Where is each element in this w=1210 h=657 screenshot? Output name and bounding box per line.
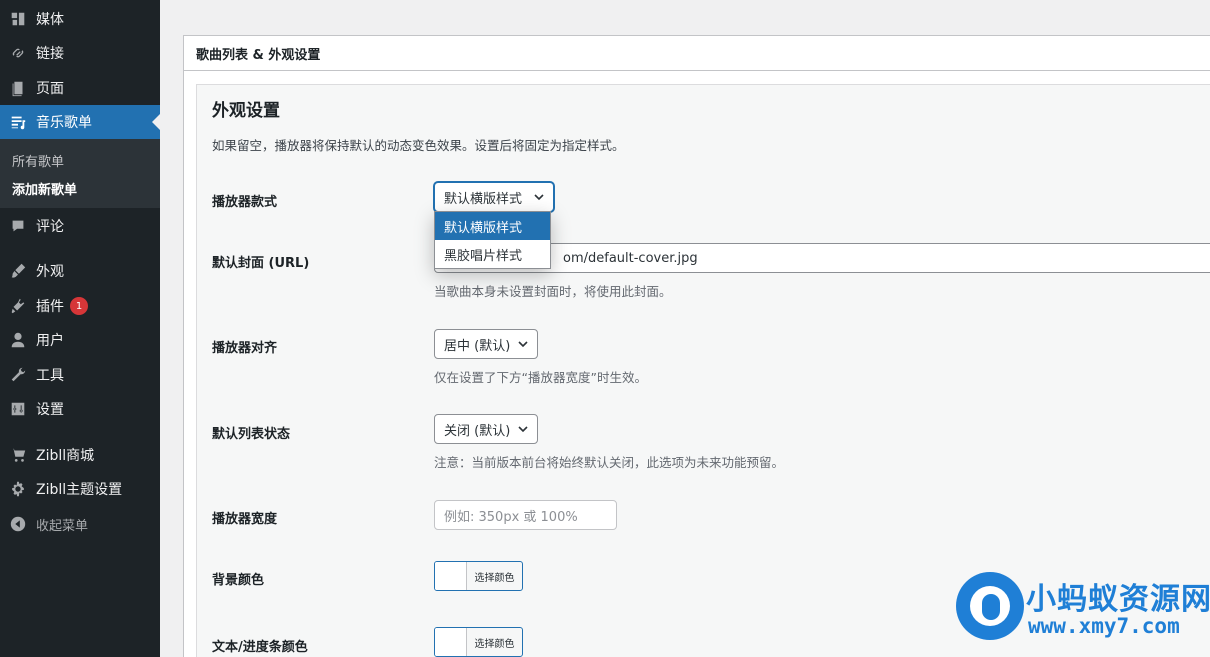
- align-help: 仅在设置了下方“播放器宽度”时生效。: [434, 370, 647, 385]
- watermark-url: www.xmy7.com: [1028, 614, 1180, 638]
- player-width-label: 播放器宽度: [212, 512, 278, 527]
- dropdown-option-default[interactable]: 默认横版样式: [435, 212, 550, 240]
- menu-label: 插件: [36, 299, 64, 315]
- default-cover-label: 默认封面 (URL): [212, 256, 310, 271]
- select-value: 默认横版样式: [444, 191, 523, 207]
- comment-icon: [0, 209, 36, 243]
- player-align-select[interactable]: 居中 (默认): [434, 329, 538, 359]
- playlist-icon: [0, 105, 36, 139]
- menu-item-zibll-shop[interactable]: Zibll商城: [0, 438, 160, 472]
- menu-label: 收起菜单: [36, 518, 89, 534]
- media-icon: [0, 2, 36, 36]
- menu-label: Zibll商城: [36, 448, 95, 464]
- section-description: 如果留空，播放器将保持默认的动态变色效果。设置后将固定为指定样式。: [212, 138, 625, 153]
- collapse-menu-button[interactable]: 收起菜单: [0, 507, 160, 541]
- user-icon: [0, 323, 36, 357]
- menu-item-users[interactable]: 用户: [0, 323, 160, 357]
- section-title: 外观设置: [212, 101, 280, 121]
- watermark-logo: [956, 572, 1024, 640]
- bg-color-picker-button[interactable]: 选择颜色: [434, 561, 523, 591]
- width-placeholder: 例如: 350px 或 100%: [444, 509, 578, 525]
- color-picker-label: 选择颜色: [474, 638, 515, 650]
- chevron-down-icon: [518, 341, 528, 348]
- menu-label: 音乐歌单: [36, 115, 92, 131]
- color-swatch: [435, 628, 467, 656]
- menu-label: 工具: [36, 368, 64, 384]
- menu-label: Zibll主题设置: [36, 482, 123, 498]
- cover-help: 当歌曲本身未设置封面时，将使用此封面。: [434, 284, 672, 299]
- settings-panel: 歌曲列表 & 外观设置 外观设置 如果留空，播放器将保持默认的动态变色效果。设置…: [183, 35, 1210, 657]
- player-align-label: 播放器对齐: [212, 341, 278, 356]
- page-icon: [0, 71, 36, 105]
- plugin-icon: [0, 289, 36, 323]
- panel-header: 歌曲列表 & 外观设置: [184, 36, 1210, 71]
- submenu-add-playlist[interactable]: 添加新歌单: [12, 179, 77, 198]
- cover-input-value: om/default-cover.jpg: [563, 250, 698, 266]
- player-style-label: 播放器款式: [212, 195, 278, 210]
- chevron-down-icon: [518, 426, 528, 433]
- brush-icon: [0, 254, 36, 288]
- menu-item-comments[interactable]: 评论: [0, 209, 160, 243]
- player-style-dropdown: 默认横版样式 黑胶唱片样式: [434, 211, 551, 269]
- watermark: 小蚂蚁资源网 www.xmy7.com: [956, 570, 1210, 655]
- dropdown-option-vinyl[interactable]: 黑胶唱片样式: [435, 240, 550, 268]
- settings-icon: [0, 392, 36, 426]
- chevron-down-icon: [534, 194, 544, 201]
- wrench-icon: [0, 358, 36, 392]
- menu-item-plugins[interactable]: 插件 1: [0, 289, 160, 323]
- plugin-update-badge: 1: [70, 297, 88, 315]
- menu-label: 设置: [36, 402, 64, 418]
- menu-item-media[interactable]: 媒体: [0, 2, 160, 36]
- menu-label: 外观: [36, 264, 64, 280]
- admin-sidebar: 媒体 链接 页面 音乐歌单 所有歌单 添加新歌单 评论 外观 插件 1 用户 工…: [0, 0, 160, 657]
- menu-item-links[interactable]: 链接: [0, 36, 160, 70]
- player-style-select[interactable]: 默认横版样式: [434, 182, 554, 212]
- menu-item-appearance[interactable]: 外观: [0, 254, 160, 288]
- menu-item-pages[interactable]: 页面: [0, 71, 160, 105]
- menu-label: 用户: [36, 333, 64, 349]
- gear-icon: [0, 472, 36, 506]
- select-value: 居中 (默认): [444, 338, 511, 354]
- text-color-label: 文本/进度条颜色: [212, 640, 308, 655]
- menu-item-playlist[interactable]: 音乐歌单: [0, 105, 160, 139]
- player-width-input[interactable]: 例如: 350px 或 100%: [434, 500, 617, 530]
- list-state-select[interactable]: 关闭 (默认): [434, 414, 538, 444]
- menu-item-tools[interactable]: 工具: [0, 358, 160, 392]
- menu-label: 页面: [36, 81, 64, 97]
- list-state-help: 注意：当前版本前台将始终默认关闭，此选项为未来功能预留。: [434, 455, 785, 470]
- link-icon: [0, 36, 36, 70]
- color-picker-label: 选择颜色: [474, 572, 515, 584]
- playlist-submenu: 所有歌单 添加新歌单: [0, 139, 160, 208]
- menu-label: 链接: [36, 46, 64, 62]
- menu-item-zibll-theme-settings[interactable]: Zibll主题设置: [0, 472, 160, 506]
- menu-label: 评论: [36, 219, 64, 235]
- bg-color-label: 背景颜色: [212, 573, 265, 588]
- collapse-icon: [0, 507, 36, 541]
- cart-icon: [0, 438, 36, 472]
- select-value: 关闭 (默认): [444, 423, 511, 439]
- submenu-all-playlists[interactable]: 所有歌单: [12, 151, 64, 170]
- color-swatch: [435, 562, 467, 590]
- watermark-brand: 小蚂蚁资源网: [1026, 582, 1210, 617]
- menu-item-settings[interactable]: 设置: [0, 392, 160, 426]
- list-state-label: 默认列表状态: [212, 427, 291, 442]
- text-color-picker-button[interactable]: 选择颜色: [434, 627, 523, 657]
- menu-label: 媒体: [36, 12, 64, 28]
